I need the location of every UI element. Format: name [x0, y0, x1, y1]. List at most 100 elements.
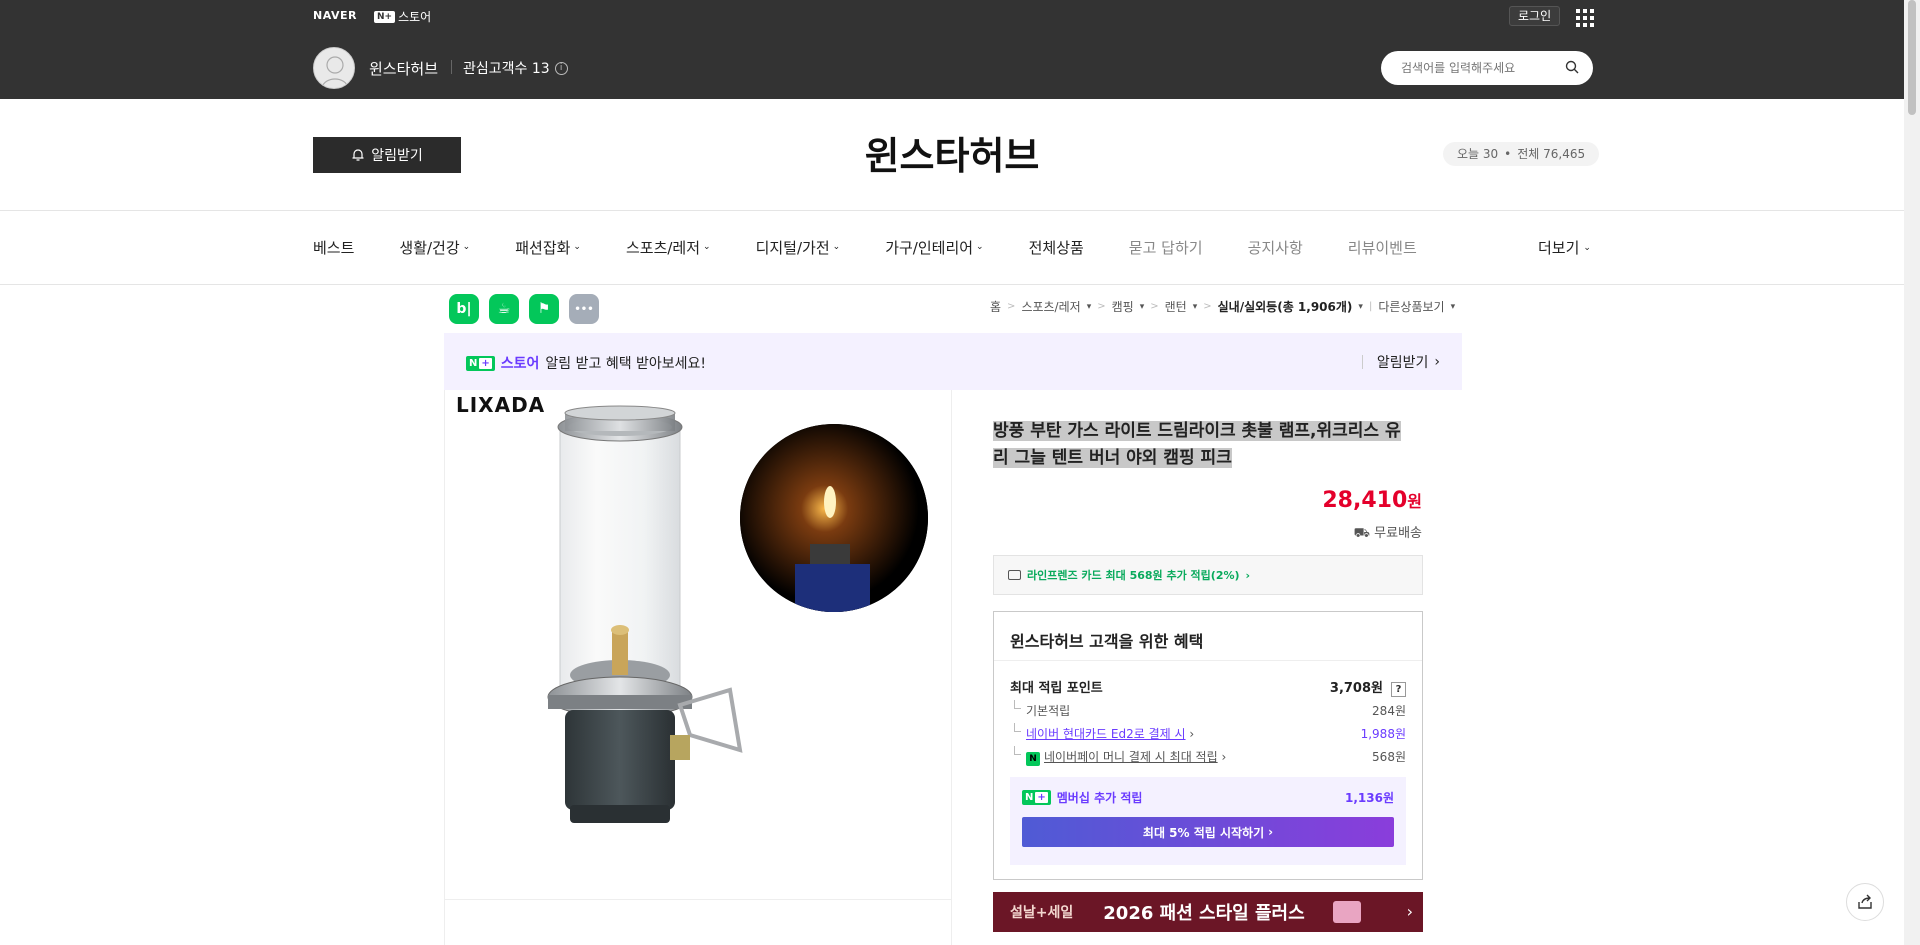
gift-icon [1332, 901, 1361, 923]
store-alarm-promo: N + 스토어 알림 받고 혜택 받아보세요! 알림받기 › [444, 333, 1462, 390]
naver-pay-value: 568원 [1372, 750, 1406, 764]
banner-sale-label: 설날+세일 [1010, 905, 1074, 921]
chevron-right-icon: > [1150, 301, 1159, 312]
max-point-label: 최대 적립 포인트 [1010, 681, 1103, 696]
hyundai-card-value: 1,988원 [1360, 727, 1406, 741]
scrollbar-track[interactable] [1904, 0, 1920, 945]
chevron-right-icon: › [1189, 727, 1195, 741]
caret-down-icon[interactable]: ▾ [1451, 302, 1456, 312]
chevron-down-icon: ⌄ [703, 242, 711, 252]
nav-item-notice[interactable]: 공지사항 [1248, 237, 1303, 257]
info-icon[interactable]: i [554, 61, 568, 75]
event-banner[interactable]: 설날+세일 2026 패션 스타일 플러스 › [993, 892, 1423, 932]
max-point-row: 최대 적립 포인트 3,708원? [1010, 677, 1406, 697]
chevron-down-icon: ⌄ [462, 242, 471, 252]
divider: | [1368, 301, 1373, 312]
nplus-badge: N+ [466, 355, 495, 371]
chevron-down-icon: ⌄ [976, 242, 984, 252]
total-count: 전체 76,465 [1517, 147, 1586, 161]
promo-message: N + 스토어 알림 받고 혜택 받아보세요! [466, 353, 706, 373]
other-products-link[interactable]: 다른상품보기 [1378, 298, 1444, 315]
credit-card-icon [1008, 570, 1021, 580]
basic-point-row: 기본적립 284원 [1010, 700, 1406, 719]
nav-item-label: 디지털/가전 [755, 238, 830, 257]
favorite-count-label: 관심고객수 13 [463, 61, 550, 77]
breadcrumb-lantern[interactable]: 랜턴 [1165, 298, 1187, 315]
divider [0, 284, 1904, 285]
truck-icon: ⛟ [1353, 526, 1371, 541]
nav-item-all-products[interactable]: 전체상품 [1029, 237, 1084, 257]
chevron-right-icon: › [1406, 902, 1413, 921]
more-icon[interactable]: ••• [569, 294, 599, 324]
caret-down-icon[interactable]: ▾ [1087, 302, 1092, 312]
divider [1361, 355, 1363, 369]
chevron-right-icon: › [1434, 354, 1440, 370]
nav-item-label: 리뷰이벤트 [1347, 238, 1417, 257]
breadcrumb-camping[interactable]: 캠핑 [1112, 298, 1134, 315]
nav-item-sports[interactable]: 스포츠/레저 ⌄ [626, 237, 711, 257]
caret-down-icon[interactable]: ▾ [1358, 302, 1363, 312]
category-nav: 베스트 생활/건강 ⌄ 패션잡화 ⌄ 스포츠/레저 ⌄ 디지털/가전 ⌄ 가구/인테리어… [313, 237, 1462, 257]
breadcrumb-current[interactable]: 실내/실외등(총 1,906개) [1218, 298, 1353, 315]
blog-icon[interactable]: b| [449, 294, 479, 324]
nav-item-review-event[interactable]: 리뷰이벤트 [1348, 237, 1417, 257]
scrollbar-thumb[interactable] [1908, 0, 1916, 115]
caret-down-icon[interactable]: ▾ [1140, 302, 1145, 312]
nav-item-fashion[interactable]: 패션잡화 ⌄ [515, 237, 581, 257]
naverpay-icon: N [1026, 752, 1040, 766]
cafe-icon[interactable]: ☕ [489, 294, 519, 324]
login-button[interactable]: 로그인 [1509, 6, 1561, 26]
shipping-label: 무료배송 [1374, 526, 1422, 541]
share-icon [1858, 894, 1872, 909]
chevron-down-icon: ⌄ [573, 242, 581, 252]
customer-benefit-box: 윈스타허브 고객을 위한 혜택 최대 적립 포인트 3,708원? 기본적립 2… [993, 611, 1423, 880]
basic-point-value: 284원 [1372, 704, 1406, 718]
nav-item-label: 공지사항 [1247, 238, 1303, 257]
apps-grid-icon[interactable] [1576, 9, 1594, 27]
bookmark-icon[interactable]: ⚑ [529, 294, 559, 324]
divider [994, 660, 1422, 661]
store-avatar[interactable] [313, 47, 355, 89]
divider [0, 210, 1904, 211]
membership-start-button[interactable]: 최대 5% 적립 시작하기 › [1022, 817, 1394, 847]
chevron-right-icon: > [1203, 301, 1212, 312]
nav-item-qna[interactable]: 묻고 답하기 [1129, 237, 1203, 257]
chevron-right-icon: › [1245, 568, 1251, 582]
benefit-title: 윈스타허브 고객을 위한 혜택 [1010, 632, 1204, 651]
promo-store-label: 스토어 [500, 356, 540, 372]
membership-row: N + 멤버십 추가 적립 1,136원 [1022, 789, 1394, 806]
naver-pay-link[interactable]: 네이버페이 머니 결제 시 최대 적립 [1044, 750, 1218, 764]
breadcrumb-home[interactable]: 홈 [990, 298, 1001, 315]
search-box [1381, 51, 1593, 85]
basic-point-label: 기본적립 [1010, 700, 1070, 719]
search-icon[interactable] [1565, 60, 1579, 74]
hyundai-card-link[interactable]: 네이버 현대카드 Ed2로 결제 시 [1026, 727, 1186, 741]
caret-down-icon[interactable]: ▾ [1193, 302, 1198, 312]
thumbnail-area [444, 900, 952, 945]
nav-item-label: 묻고 답하기 [1128, 238, 1203, 257]
today-count: 오늘 30 [1457, 147, 1499, 161]
shipping-info: ⛟ 무료배송 [1000, 522, 1422, 543]
nav-item-digital[interactable]: 디지털/가전 ⌄ [756, 237, 841, 257]
breadcrumb-sports[interactable]: 스포츠/레저 [1021, 298, 1080, 315]
nplus-store-logo[interactable]: N+ 스토어 [374, 8, 431, 25]
share-button[interactable] [1846, 883, 1884, 921]
help-icon[interactable]: ? [1391, 682, 1406, 697]
nav-item-best[interactable]: 베스트 [313, 237, 354, 257]
favorite-count: 관심고객수 13 i [463, 58, 568, 78]
membership-box: N + 멤버십 추가 적립 1,136원 최대 5% 적립 시작하기 › [1010, 777, 1406, 865]
search-input[interactable] [1399, 59, 1559, 77]
product-price: 28,410원 [1000, 488, 1422, 513]
store-name-link[interactable]: 윈스타허브 [369, 58, 438, 79]
breadcrumb: 홈 > 스포츠/레저 ▾ > 캠핑 ▾ > 랜턴 ▾ > 실내/실외등(총 1,906… [990, 298, 1455, 315]
chevron-right-icon: › [1221, 750, 1227, 764]
card-benefit-link[interactable]: 라인프렌즈 카드 최대 568원 추가 적립(2%) › [993, 555, 1423, 595]
nav-more-button[interactable]: 더보기 ⌄ [1538, 237, 1591, 258]
nav-item-furniture[interactable]: 가구/인테리어 ⌄ [885, 237, 983, 257]
store-title[interactable]: 윈스타허브 [0, 125, 1904, 180]
nav-item-living-health[interactable]: 생활/건강 ⌄ [399, 237, 470, 257]
membership-value: 1,136원 [1345, 791, 1394, 805]
max-point-value: 3,708원 [1329, 681, 1383, 696]
naver-logo[interactable]: NAVER [313, 9, 357, 22]
promo-alarm-link[interactable]: 알림받기 › [1361, 352, 1440, 372]
